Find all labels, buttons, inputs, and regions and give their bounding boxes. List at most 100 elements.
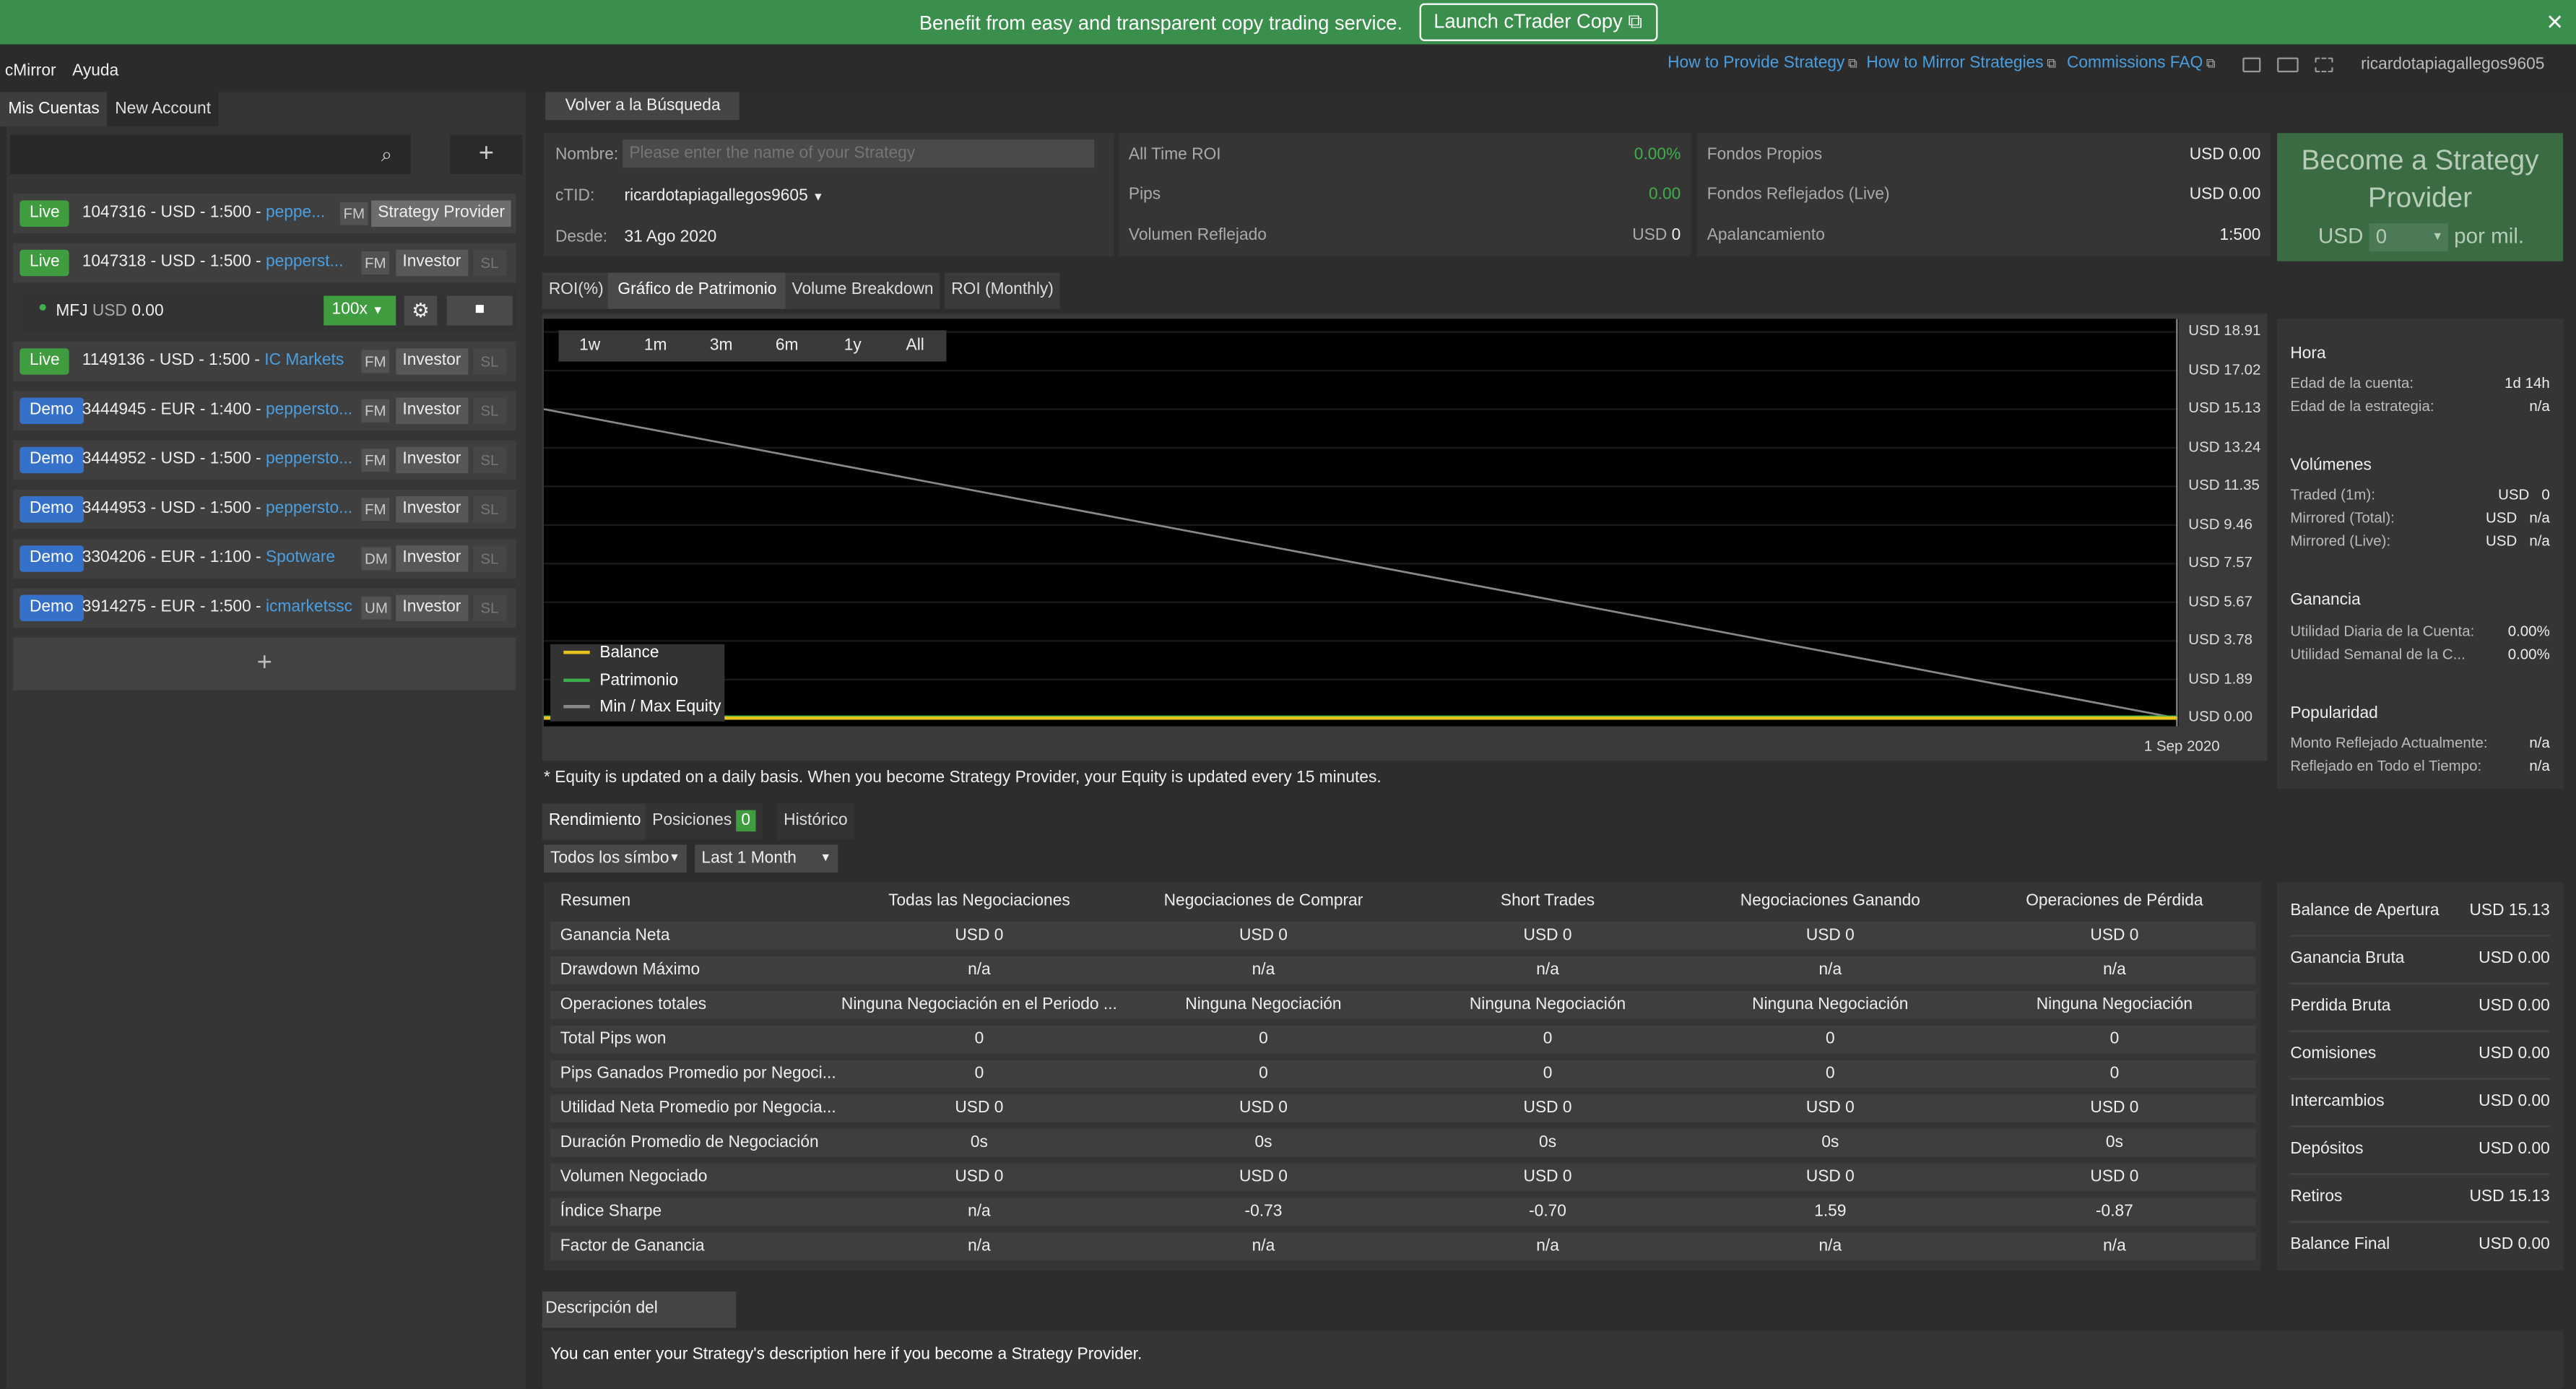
role-investor-button[interactable]: Investor (396, 348, 468, 375)
broker-link: Spotware (265, 548, 336, 567)
symbol-filter-select[interactable]: Todos los símbo ▼ (544, 844, 687, 873)
fullscreen-icon[interactable] (2315, 57, 2333, 73)
sl-button[interactable]: SL (473, 594, 506, 621)
add-account-button[interactable]: + (450, 134, 523, 175)
table-header: Todas las Negociaciones (888, 892, 1070, 911)
account-number: 3444952 - USD - 1:500 - (82, 450, 266, 469)
table-cell: -0.73 (1244, 1203, 1283, 1221)
sl-button[interactable]: SL (473, 496, 506, 523)
y-tick-label: USD 7.57 (2188, 553, 2253, 571)
mirrored-funds-label: Fondos Reflejados (Live) (1707, 186, 1890, 204)
ctid-select[interactable]: ricardotapiagallegos9605 ▼ (625, 187, 824, 205)
tab-roi[interactable]: ROI(%) (542, 272, 610, 309)
sl-button[interactable]: SL (473, 348, 506, 375)
balance-value: USD 0.00 (2479, 949, 2550, 968)
account-type-badge: Live (19, 200, 70, 227)
window-icon[interactable] (2242, 57, 2261, 73)
name-label: Nombre: (555, 146, 619, 165)
balance-row: Depósitos USD 0.00 (2284, 1130, 2557, 1175)
table-cell: USD 0 (1805, 927, 1855, 946)
sl-button[interactable]: SL (473, 545, 506, 572)
role-investor-button[interactable]: Investor (396, 594, 468, 621)
account-number: 1047318 - USD - 1:500 - (82, 253, 266, 272)
range-6m[interactable]: 6m (756, 330, 818, 361)
menu-cmirror[interactable]: cMirror (5, 62, 56, 80)
become-provider-box[interactable]: Become a Strategy Provider USD 0 ▼ por mi… (2277, 133, 2564, 261)
tab-performance[interactable]: Rendimiento (542, 803, 648, 840)
tab-provider-description[interactable]: Descripción del Proveedor (542, 1291, 737, 1354)
account-row[interactable]: Demo 3444953 - USD - 1:500 - peppersto..… (13, 489, 516, 529)
username[interactable]: ricardotapiagallegos9605 (2361, 56, 2544, 74)
tab-history[interactable]: Histórico (777, 803, 854, 840)
range-selector: 1w 1m 3m 6m 1y All (558, 330, 947, 362)
tab-roi-monthly[interactable]: ROI (Monthly) (945, 272, 1060, 309)
account-row[interactable]: Demo 3914275 - EUR - 1:500 - icmarketssc… (13, 588, 516, 628)
screen-icon[interactable] (2277, 57, 2299, 73)
gear-icon[interactable]: ⚙ (404, 295, 438, 326)
y-tick-label: USD 3.78 (2188, 631, 2253, 648)
table-cell: USD 0 (1523, 1168, 1572, 1187)
balance-label: Comisiones (2290, 1044, 2377, 1063)
link-provide-strategy[interactable]: How to Provide Strategy ⧉ (1668, 54, 1857, 72)
chevron-down-icon: ▼ (372, 306, 383, 318)
sl-button[interactable]: SL (473, 249, 506, 277)
sl-button[interactable]: SL (473, 446, 506, 474)
range-1w[interactable]: 1w (559, 330, 621, 361)
account-mode: FM (361, 399, 390, 423)
tab-my-accounts[interactable]: Mis Cuentas (0, 92, 108, 127)
role-investor-button[interactable]: Investor (396, 545, 468, 572)
tab-volume-breakdown[interactable]: Volume Breakdown (785, 272, 940, 309)
account-row[interactable]: Demo 3444952 - USD - 1:500 - peppersto..… (13, 440, 516, 480)
period-filter-select[interactable]: Last 1 Month ▼ (695, 844, 838, 873)
strategy-name-input[interactable] (623, 139, 1095, 168)
role-investor-button[interactable]: Investor (396, 446, 468, 474)
account-number: 3304206 - EUR - 1:100 - (82, 548, 266, 567)
row-label: Utilidad Neta Promedio por Negocia... (560, 1099, 836, 1118)
menu-help[interactable]: Ayuda (72, 62, 118, 80)
account-search-input[interactable] (9, 134, 411, 175)
account-row[interactable]: Demo 3304206 - EUR - 1:100 - Spotware DM… (13, 539, 516, 579)
range-all[interactable]: All (888, 330, 943, 361)
broker-link: icmarketssc (265, 598, 353, 617)
stop-icon[interactable]: ■ (446, 295, 513, 326)
table-cell: n/a (2103, 1237, 2126, 1256)
range-1m[interactable]: 1m (625, 330, 687, 361)
tab-equity-chart[interactable]: Gráfico de Patrimonio (607, 272, 787, 309)
close-banner-icon[interactable]: × (2546, 7, 2563, 40)
fee-select[interactable]: 0 ▼ (2369, 223, 2448, 252)
back-to-search-button[interactable]: Volver a la Búsqueda (545, 92, 740, 121)
sl-button[interactable]: SL (473, 397, 506, 424)
account-row[interactable]: Live 1047316 - USD - 1:500 - peppe... FM… (13, 194, 516, 234)
divider (2290, 935, 2550, 937)
balance-value: USD 0.00 (2479, 1044, 2550, 1063)
table-cell: n/a (1252, 961, 1275, 979)
range-3m[interactable]: 3m (690, 330, 753, 361)
account-row[interactable]: Live 1047318 - USD - 1:500 - pepperst...… (13, 243, 516, 283)
table-cell: Ninguna Negociación (1469, 995, 1626, 1014)
search-icon[interactable]: ⌕ (381, 143, 392, 168)
role-investor-button[interactable]: Investor (396, 397, 468, 424)
table-cell: 0 (2109, 1030, 2120, 1049)
launch-ctrader-copy-button[interactable]: Launch cTrader Copy ⧉ (1418, 3, 1657, 41)
mirrored-funds-value: USD 0.00 (2189, 186, 2261, 204)
link-mirror-strategies[interactable]: How to Mirror Strategies ⧉ (1866, 54, 2056, 72)
account-row[interactable]: Live 1149136 - USD - 1:500 - IC Markets … (13, 342, 516, 381)
account-row[interactable]: Demo 3444945 - EUR - 1:400 - peppersto..… (13, 391, 516, 431)
role-strategy-provider-button[interactable]: Strategy Provider (371, 200, 512, 227)
link-commissions-faq[interactable]: Commissions FAQ ⧉ (2067, 54, 2216, 72)
tab-new-account[interactable]: New Account (106, 92, 220, 127)
fee-currency: USD (2318, 223, 2364, 248)
table-row: Índice Sharpe n/a -0.73 -0.70 1.59 -0.87 (550, 1198, 2256, 1226)
multiplier-select[interactable]: 100x ▼ (324, 295, 396, 326)
broker-link: peppersto... (265, 499, 353, 518)
row-label: Ganancia Neta (560, 927, 670, 946)
table-cell: 0s (970, 1133, 988, 1152)
table-cell: 0s (1539, 1133, 1557, 1152)
table-row: Duración Promedio de Negociación 0s 0s 0s 0s… (550, 1128, 2256, 1157)
range-1y[interactable]: 1y (822, 330, 884, 361)
role-investor-button[interactable]: Investor (396, 249, 468, 277)
add-account-bottom-button[interactable]: + (13, 637, 516, 691)
table-cell: -0.70 (1529, 1203, 1566, 1221)
tab-positions[interactable]: Posiciones 0 (646, 803, 762, 840)
role-investor-button[interactable]: Investor (396, 496, 468, 523)
